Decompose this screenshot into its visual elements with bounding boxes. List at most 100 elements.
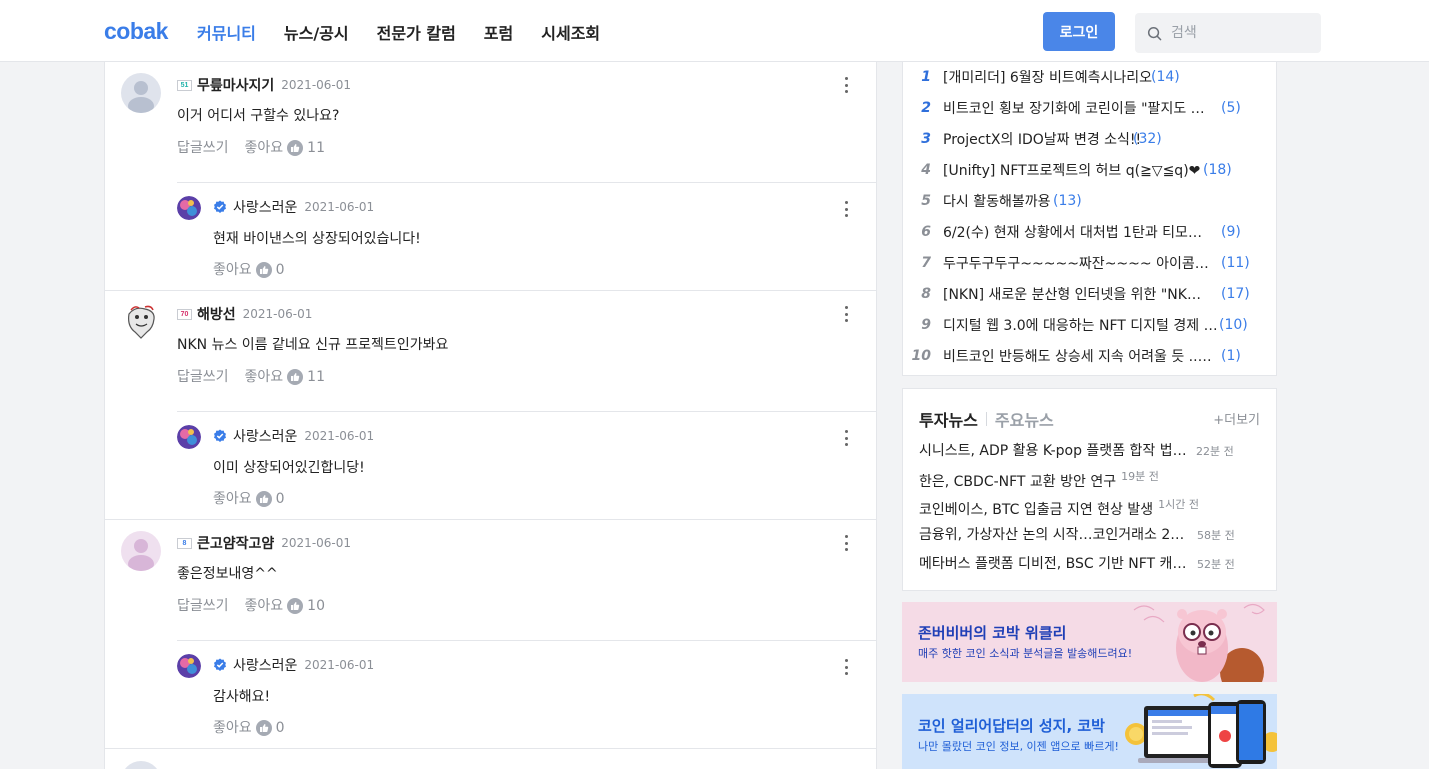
list-item[interactable]: 8 [NKN] 새로운 분산형 인터넷을 위한 "NKN 네트워크" (17) (903, 279, 1278, 309)
list-item[interactable]: 5 다시 활동해볼까용 (13) (903, 186, 1278, 216)
list-item[interactable]: 7 두구두구두구~~~~~짜잔~~~~ 아이콤푸 상장했어요 (11) (903, 248, 1278, 278)
author-name[interactable]: 사랑스러운 (233, 426, 297, 446)
news-title[interactable]: 메타버스 플랫폼 디비전, BSC 기반 NFT 캐릭터 출시 (919, 553, 1189, 573)
avatar[interactable] (121, 73, 161, 113)
comment-meta: 51 무릎마사지기 2021-06-01 (177, 75, 351, 95)
comment-count: (1) (1221, 348, 1241, 364)
more-options-icon[interactable] (840, 200, 852, 218)
cobak-logo[interactable]: cobak (104, 18, 168, 45)
comment-count: (5) (1221, 100, 1241, 116)
post-title[interactable]: ProjectX의 IDO날짜 변경 소식!! (943, 129, 1141, 149)
comment-actions: 답글쓰기 좋아요 11 (177, 137, 325, 157)
weekly-newsletter-banner[interactable]: 존버비버의 코박 위클리 매주 핫한 코인 소식과 분석글을 발송해드려요! (902, 602, 1277, 682)
avatar[interactable] (121, 761, 161, 769)
nav-community[interactable]: 커뮤니티 (197, 20, 256, 44)
post-title[interactable]: 두구두구두구~~~~~짜잔~~~~ 아이콤푸 상장했어요 (943, 253, 1215, 273)
news-item[interactable]: 한은, CBDC-NFT 교환 방안 연구 19분 전 (919, 470, 1264, 491)
like-button[interactable]: 좋아요 0 (213, 259, 285, 279)
comment-date: 2021-06-01 (281, 536, 352, 550)
comment-count: (18) (1203, 162, 1232, 178)
comment-count: (13) (1053, 193, 1082, 209)
reply-date: 2021-06-01 (304, 658, 375, 672)
search-box[interactable] (1135, 13, 1321, 53)
reply-button[interactable]: 답글쓰기 (177, 366, 229, 386)
more-options-icon[interactable] (840, 76, 852, 94)
like-count: 11 (307, 140, 325, 156)
news-item[interactable]: 코인베이스, BTC 입출금 지연 현상 발생 1시간 전 (919, 498, 1264, 519)
more-options-icon[interactable] (840, 305, 852, 323)
search-input[interactable] (1171, 25, 1311, 41)
like-button[interactable]: 좋아요 11 (245, 137, 325, 157)
reply-date: 2021-06-01 (304, 200, 375, 214)
author-name[interactable]: 무릎마사지기 (197, 75, 274, 95)
more-options-icon[interactable] (840, 534, 852, 552)
comment-thread: 51 무릎마사지기 2021-06-01 이거 어디서 구할수 있나요? 답글쓰… (105, 62, 876, 291)
post-title[interactable]: 6/2(수) 현재 상황에서 대처법 1탄과 티모태오 일기 (943, 222, 1209, 242)
list-item[interactable]: 3 ProjectX의 IDO날짜 변경 소식!! (32) (903, 124, 1278, 154)
reply-actions: 좋아요 0 (213, 717, 285, 737)
list-item[interactable]: 2 비트코인 횡보 장기화에 코린이들 "팔지도 사지도 못해요" (5) (903, 93, 1278, 123)
post-title[interactable]: 디지털 웹 3.0에 대응하는 NFT 디지털 경제 토큰 (943, 315, 1219, 335)
reply-text: 현재 바이낸스의 상장되어있습니다! (213, 231, 421, 247)
thumbs-up-icon (287, 140, 304, 156)
avatar[interactable] (177, 425, 201, 449)
news-title[interactable]: 코인베이스, BTC 입출금 지연 현상 발생 (919, 499, 1153, 519)
banner-title: 코인 얼리어답터의 성지, 코박 (918, 717, 1105, 735)
post-title[interactable]: [NKN] 새로운 분산형 인터넷을 위한 "NKN 네트워크" (943, 284, 1209, 304)
author-name[interactable]: 큰고얌작고얌 (197, 533, 274, 553)
author-name[interactable]: 사랑스러운 (233, 197, 297, 217)
like-button[interactable]: 좋아요 10 (245, 595, 325, 615)
nav-news[interactable]: 뉴스/공시 (284, 20, 349, 44)
like-button[interactable]: 좋아요 0 (213, 717, 285, 737)
rank-number: 10 (911, 348, 931, 364)
nav-forum[interactable]: 포럼 (484, 20, 513, 44)
news-item[interactable]: 메타버스 플랫폼 디비전, BSC 기반 NFT 캐릭터 출시 52분 전 (919, 553, 1264, 573)
more-news-link[interactable]: +더보기 (1213, 409, 1260, 428)
post-title[interactable]: [Unifty] NFT프로젝트의 허브 q(≧▽≦q)❤ (943, 160, 1200, 180)
post-title[interactable]: [개미리더] 6월장 비트예측시나리오 (943, 67, 1152, 87)
more-options-icon[interactable] (840, 658, 852, 676)
comment: 51 무릎마사지기 2021-06-01 이거 어디서 구할수 있나요? 답글쓰… (105, 62, 876, 182)
reply-button[interactable]: 답글쓰기 (177, 137, 229, 157)
reply: 사랑스러운 2021-06-01 이미 상장되어있긴합니당! 좋아요 0 (177, 411, 876, 519)
nav-column[interactable]: 전문가 칼럼 (377, 20, 456, 44)
news-title[interactable]: 금융위, 가상자산 논의 시작…코인거래소 20곳 신고 (919, 524, 1189, 544)
reply-meta: 사랑스러운 2021-06-01 (213, 655, 374, 675)
list-item[interactable]: 1 [개미리더] 6월장 비트예측시나리오 (14) (903, 62, 1278, 92)
news-item[interactable]: 시니스트, ADP 활용 K-pop 플랫폼 합작 법인 설립 22분 전 (919, 440, 1264, 460)
list-item[interactable]: 9 디지털 웹 3.0에 대응하는 NFT 디지털 경제 토큰 (10) (903, 310, 1278, 340)
post-title[interactable]: 비트코인 횡보 장기화에 코린이들 "팔지도 사지도 못해요" (943, 98, 1209, 118)
like-button[interactable]: 좋아요 0 (213, 488, 285, 508)
news-title[interactable]: 한은, CBDC-NFT 교환 방안 연구 (919, 471, 1116, 491)
nav-prices[interactable]: 시세조회 (541, 20, 600, 44)
tab-main-news[interactable]: 주요뉴스 (995, 407, 1054, 431)
comment: 70 해방선 2021-06-01 NKN 뉴스 이름 같네요 신규 프로젝트인… (105, 291, 876, 411)
rank-number: 5 (921, 193, 931, 209)
post-title[interactable]: 다시 활동해볼까용 (943, 191, 1051, 211)
author-name[interactable]: 사랑스러운 (233, 655, 297, 675)
login-button[interactable]: 로그인 (1043, 12, 1115, 51)
like-button[interactable]: 좋아요 11 (245, 366, 325, 386)
list-item[interactable]: 10 비트코인 반등해도 상승세 지속 어려울 듯 ... ... (1) (903, 341, 1278, 371)
author-name[interactable]: 해방선 (197, 304, 236, 324)
post-title[interactable]: 비트코인 반등해도 상승세 지속 어려울 듯 ... ... (943, 346, 1215, 366)
tab-investment-news[interactable]: 투자뉴스 (919, 407, 978, 431)
news-item[interactable]: 금융위, 가상자산 논의 시작…코인거래소 20곳 신고 58분 전 (919, 524, 1264, 544)
more-options-icon[interactable] (840, 429, 852, 447)
avatar[interactable] (177, 196, 201, 220)
like-label: 좋아요 (244, 369, 284, 385)
avatar[interactable] (121, 531, 161, 571)
news-title[interactable]: 시니스트, ADP 활용 K-pop 플랫폼 합작 법인 설립 (919, 440, 1191, 460)
verified-icon (213, 429, 227, 443)
avatar[interactable] (177, 654, 201, 678)
app-download-banner[interactable]: 코인 얼리어답터의 성지, 코박 나만 몰랐던 코인 정보, 이젠 앱으로 빠르… (902, 694, 1277, 769)
like-count: 11 (307, 369, 325, 385)
list-item[interactable]: 4 [Unifty] NFT프로젝트의 허브 q(≧▽≦q)❤ (18) (903, 155, 1278, 185)
list-item[interactable]: 6 6/2(수) 현재 상황에서 대처법 1탄과 티모태오 일기 (9) (903, 217, 1278, 247)
comment-meta: 70 해방선 2021-06-01 (177, 304, 312, 324)
reply-button[interactable]: 답글쓰기 (177, 595, 229, 615)
avatar[interactable] (121, 302, 161, 342)
like-count: 0 (275, 262, 285, 278)
thumbs-up-icon (287, 369, 304, 385)
verified-icon (213, 200, 227, 214)
